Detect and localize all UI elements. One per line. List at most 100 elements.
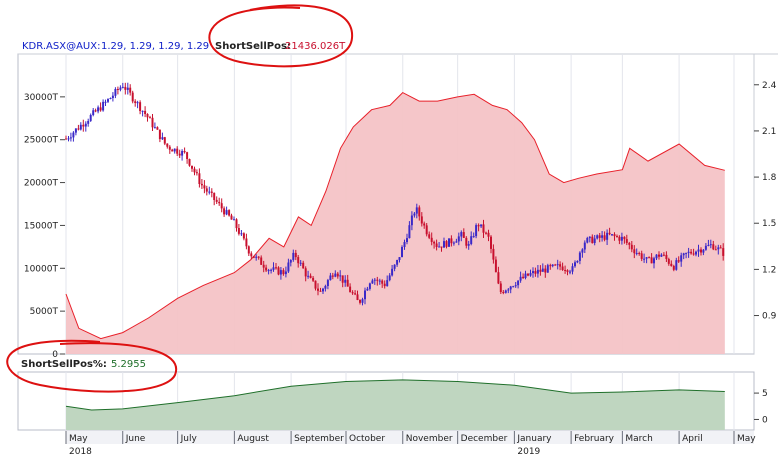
candle-body	[569, 271, 571, 273]
candle-body	[168, 146, 171, 150]
candle-body	[608, 232, 611, 235]
candle-body	[635, 253, 638, 254]
candle-body	[554, 264, 557, 266]
candle-body	[193, 168, 196, 173]
candle-body	[665, 254, 668, 259]
candle-body	[467, 244, 470, 246]
pct-axis-tick-label: 0	[762, 415, 768, 425]
candle-body	[430, 237, 433, 242]
candle-body	[386, 280, 389, 287]
candle-body	[267, 270, 270, 272]
candle-body	[487, 232, 490, 237]
candle-body	[94, 110, 97, 112]
candle-body	[482, 224, 485, 233]
candle-body	[465, 237, 468, 246]
x-axis-year-label: 2019	[517, 447, 540, 457]
ohlc-values: 1.29, 1.29, 1.29, 1.29	[101, 41, 209, 52]
candle-body	[403, 242, 406, 247]
candle-body	[643, 258, 646, 260]
candle-body	[121, 86, 124, 88]
candle-body	[601, 235, 604, 238]
left-axis-tick-label: 30000T	[24, 93, 59, 103]
candle-body	[252, 256, 255, 258]
candle-body	[188, 159, 191, 166]
right-axis-tick-label: 1.8	[762, 173, 777, 183]
candle-body	[371, 280, 374, 284]
ticker-label: KDR.ASX@AUX:	[22, 41, 100, 52]
candle-body	[284, 271, 287, 275]
candle-body	[452, 242, 455, 244]
candle-body	[556, 264, 559, 266]
candle-body	[265, 267, 268, 271]
left-axis-tick-label: 10000T	[24, 264, 59, 274]
candle-body	[341, 275, 344, 283]
candle-body	[203, 185, 206, 189]
candle-body	[383, 283, 386, 287]
candle-body	[297, 257, 300, 264]
candle-body	[220, 203, 223, 209]
candle-body	[200, 183, 203, 186]
candle-body	[354, 293, 357, 295]
candle-body	[119, 87, 122, 90]
candle-body	[218, 201, 221, 204]
pct-axis-tick-label: 5	[762, 389, 768, 399]
candle-body	[163, 137, 166, 144]
candle-body	[490, 236, 492, 249]
candle-body	[245, 238, 248, 247]
x-axis-month-label: June	[125, 434, 146, 444]
pct-label: ShortSellPos%:	[21, 359, 107, 370]
right-axis-tick-label: 2.4	[762, 81, 777, 91]
candle-body	[329, 275, 332, 281]
candle-body	[191, 165, 193, 169]
candle-body	[74, 128, 77, 133]
candle-body	[574, 262, 576, 267]
candle-body	[682, 253, 685, 256]
candle-body	[176, 148, 179, 154]
candle-body	[541, 268, 544, 272]
candle-body	[662, 254, 665, 256]
candle-body	[450, 238, 453, 244]
candle-body	[544, 268, 547, 273]
candle-body	[334, 273, 337, 277]
candle-body	[667, 259, 670, 264]
candle-body	[675, 260, 678, 270]
candle-body	[504, 290, 507, 293]
candle-body	[704, 245, 707, 250]
candle-body	[425, 225, 428, 235]
x-axis-month-label: January	[516, 434, 552, 444]
candle-body	[87, 121, 90, 124]
candle-body	[522, 276, 525, 279]
candle-body	[361, 299, 364, 303]
candle-body	[561, 266, 564, 270]
x-axis-month-label: August	[237, 434, 269, 444]
candle-body	[507, 289, 510, 291]
candle-body	[625, 239, 628, 243]
candle-body	[82, 124, 85, 127]
candle-body	[344, 279, 347, 283]
candle-body	[517, 280, 520, 286]
candle-body	[396, 260, 399, 265]
candle-body	[116, 89, 119, 90]
candle-body	[606, 232, 609, 240]
candle-body	[616, 236, 618, 238]
x-axis-month-label: September	[294, 434, 344, 444]
candle-body	[270, 269, 273, 271]
candle-body	[195, 172, 198, 174]
candle-body	[186, 152, 189, 159]
x-axis-month-label: November	[406, 434, 453, 444]
candle-body	[156, 127, 159, 130]
candle-body	[181, 151, 184, 156]
candle-body	[440, 246, 443, 248]
candle-body	[230, 215, 233, 220]
candle-body	[250, 253, 253, 257]
candle-body	[89, 115, 92, 121]
candle-body	[349, 286, 352, 293]
candle-body	[485, 232, 487, 234]
candle-body	[72, 132, 75, 138]
candle-body	[134, 101, 137, 103]
candle-body	[304, 268, 307, 277]
candle-body	[494, 259, 497, 273]
candle-body	[111, 95, 114, 98]
candle-body	[381, 280, 384, 284]
candle-body	[107, 99, 109, 102]
